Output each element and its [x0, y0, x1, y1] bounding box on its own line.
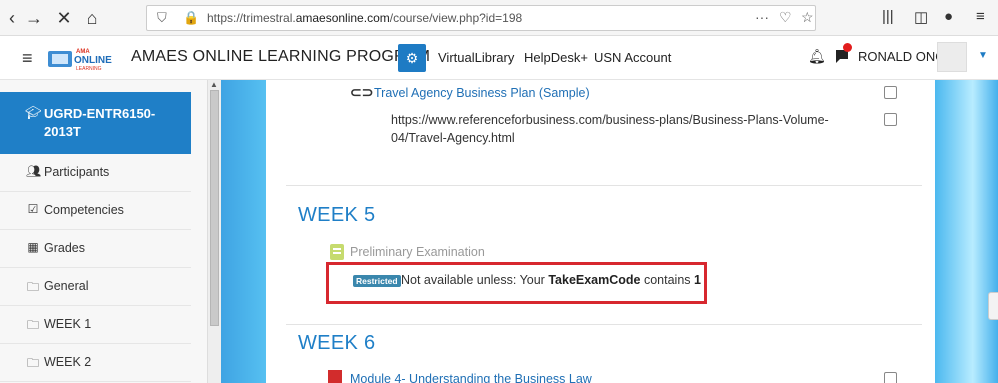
- menu-icon[interactable]: ≡: [976, 8, 985, 25]
- forward-icon[interactable]: →: [22, 6, 46, 30]
- course-content: ⊂⊃ Travel Agency Business Plan (Sample) …: [266, 80, 935, 383]
- section-divider: [286, 324, 922, 325]
- home-icon[interactable]: ⌂: [80, 6, 104, 30]
- users-icon: 👥︎: [26, 164, 42, 178]
- site-navbar: ≡ AMA ONLINE LEARNING AMAES ONLINE LEARN…: [0, 36, 998, 80]
- sidebar-toggle-icon[interactable]: ◫: [914, 8, 928, 26]
- section-title-week5[interactable]: WEEK 5: [298, 204, 375, 227]
- avatar[interactable]: [937, 42, 967, 72]
- sidebar-item-grades[interactable]: ▦ Grades: [0, 230, 191, 268]
- svg-text:LEARNING: LEARNING: [76, 66, 102, 71]
- sidebar-scrollbar[interactable]: ▲: [207, 80, 221, 383]
- nav-virtual-library[interactable]: VirtualLibrary: [438, 50, 514, 65]
- completion-checkbox[interactable]: [884, 86, 897, 99]
- sidebar-item-label: General: [44, 279, 89, 293]
- folder-icon: 🗀: [26, 280, 39, 294]
- sidebar-item-label: WEEK 1: [44, 317, 92, 331]
- sidebar-item-participants[interactable]: 👥︎ Participants: [0, 154, 191, 192]
- page-actions-icon[interactable]: ···: [755, 9, 769, 25]
- sidebar-item-week2[interactable]: 🗀 WEEK 2: [0, 344, 191, 382]
- restricted-badge: Restricted: [353, 275, 401, 287]
- nav-usn-account[interactable]: USN Account: [594, 50, 671, 65]
- svg-text:ONLINE: ONLINE: [74, 55, 112, 66]
- notification-bell-icon[interactable]: 🔔︎: [808, 48, 826, 65]
- completion-checkbox[interactable]: [884, 372, 897, 383]
- folder-icon: 🗀: [26, 318, 39, 332]
- link-icon: ⊂⊃: [350, 84, 374, 100]
- section-divider: [286, 185, 922, 186]
- user-name[interactable]: RONALD ONG: [858, 49, 945, 64]
- library-icon[interactable]: |||: [882, 8, 894, 25]
- resource-url[interactable]: https://www.referenceforbusiness.com/bus…: [391, 111, 871, 147]
- course-code: UGRD-ENTR6150-2013T: [44, 106, 156, 139]
- restriction-highlight: Restricted Not available unless: Your Ta…: [326, 262, 707, 304]
- address-bar[interactable]: ⛉ 🔒 https://trimestral.amaesonline.com/c…: [146, 5, 816, 31]
- left-gradient-strip: [214, 80, 266, 383]
- course-sidebar: 🎓︎ UGRD-ENTR6150-2013T 👥︎ Participants ☑…: [0, 80, 207, 383]
- scrollbar-thumb[interactable]: [210, 90, 219, 326]
- check-square-icon: ☑: [27, 202, 39, 216]
- drawer-handle[interactable]: [988, 292, 998, 320]
- stop-icon[interactable]: ✕: [52, 6, 76, 30]
- account-icon[interactable]: ●: [944, 8, 953, 25]
- travel-agency-link[interactable]: Travel Agency Business Plan (Sample): [374, 86, 590, 100]
- sidebar-item-general[interactable]: 🗀 General: [0, 268, 191, 306]
- right-gradient-strip: [935, 80, 998, 383]
- browser-toolbar: ‹ → ✕ ⌂ ⛉ 🔒 https://trimestral.amaesonli…: [0, 0, 998, 36]
- table-icon: ▦: [27, 240, 39, 254]
- section-title-week6[interactable]: WEEK 6: [298, 332, 375, 355]
- pdf-icon: [328, 370, 342, 383]
- sidebar-item-label: WEEK 2: [44, 355, 92, 369]
- hamburger-icon[interactable]: ≡: [22, 48, 33, 69]
- quiz-icon: [330, 244, 344, 260]
- url-text[interactable]: https://trimestral.amaesonline.com/cours…: [207, 11, 522, 25]
- back-icon[interactable]: ‹: [0, 6, 24, 30]
- shield-icon[interactable]: ⛉: [157, 10, 167, 26]
- folder-icon: 🗀: [26, 356, 39, 370]
- sidebar-item-competencies[interactable]: ☑ Competencies: [0, 192, 191, 230]
- sidebar-item-label: Grades: [44, 241, 85, 255]
- amaes-logo[interactable]: AMA ONLINE LEARNING: [48, 45, 126, 71]
- chevron-down-icon[interactable]: ▼: [978, 50, 988, 61]
- sidebar-item-label: Participants: [44, 165, 110, 179]
- module4-link[interactable]: Module 4- Understanding the Business Law: [350, 372, 592, 383]
- restriction-message: Not available unless: Your TakeExamCode …: [401, 273, 701, 287]
- scroll-up-icon[interactable]: ▲: [210, 80, 218, 89]
- nav-helpdesk[interactable]: HelpDesk+: [524, 50, 588, 65]
- sidebar-item-label: Competencies: [44, 203, 124, 217]
- completion-checkbox[interactable]: [884, 113, 897, 126]
- bookmark-star-icon[interactable]: ☆: [801, 9, 814, 26]
- message-count-badge: [843, 43, 852, 52]
- brand-title[interactable]: AMAES ONLINE LEARNING PROGRAM: [131, 48, 430, 66]
- lock-icon[interactable]: 🔒: [183, 10, 199, 26]
- graduation-cap-icon: 🎓︎: [25, 105, 42, 120]
- sidebar-item-course[interactable]: 🎓︎ UGRD-ENTR6150-2013T: [0, 92, 191, 154]
- pocket-icon[interactable]: ♡: [779, 9, 792, 26]
- preliminary-exam-link: Preliminary Examination: [350, 245, 485, 259]
- sidebar-item-week1[interactable]: 🗀 WEEK 1: [0, 306, 191, 344]
- settings-gear-button[interactable]: ⚙: [398, 44, 426, 72]
